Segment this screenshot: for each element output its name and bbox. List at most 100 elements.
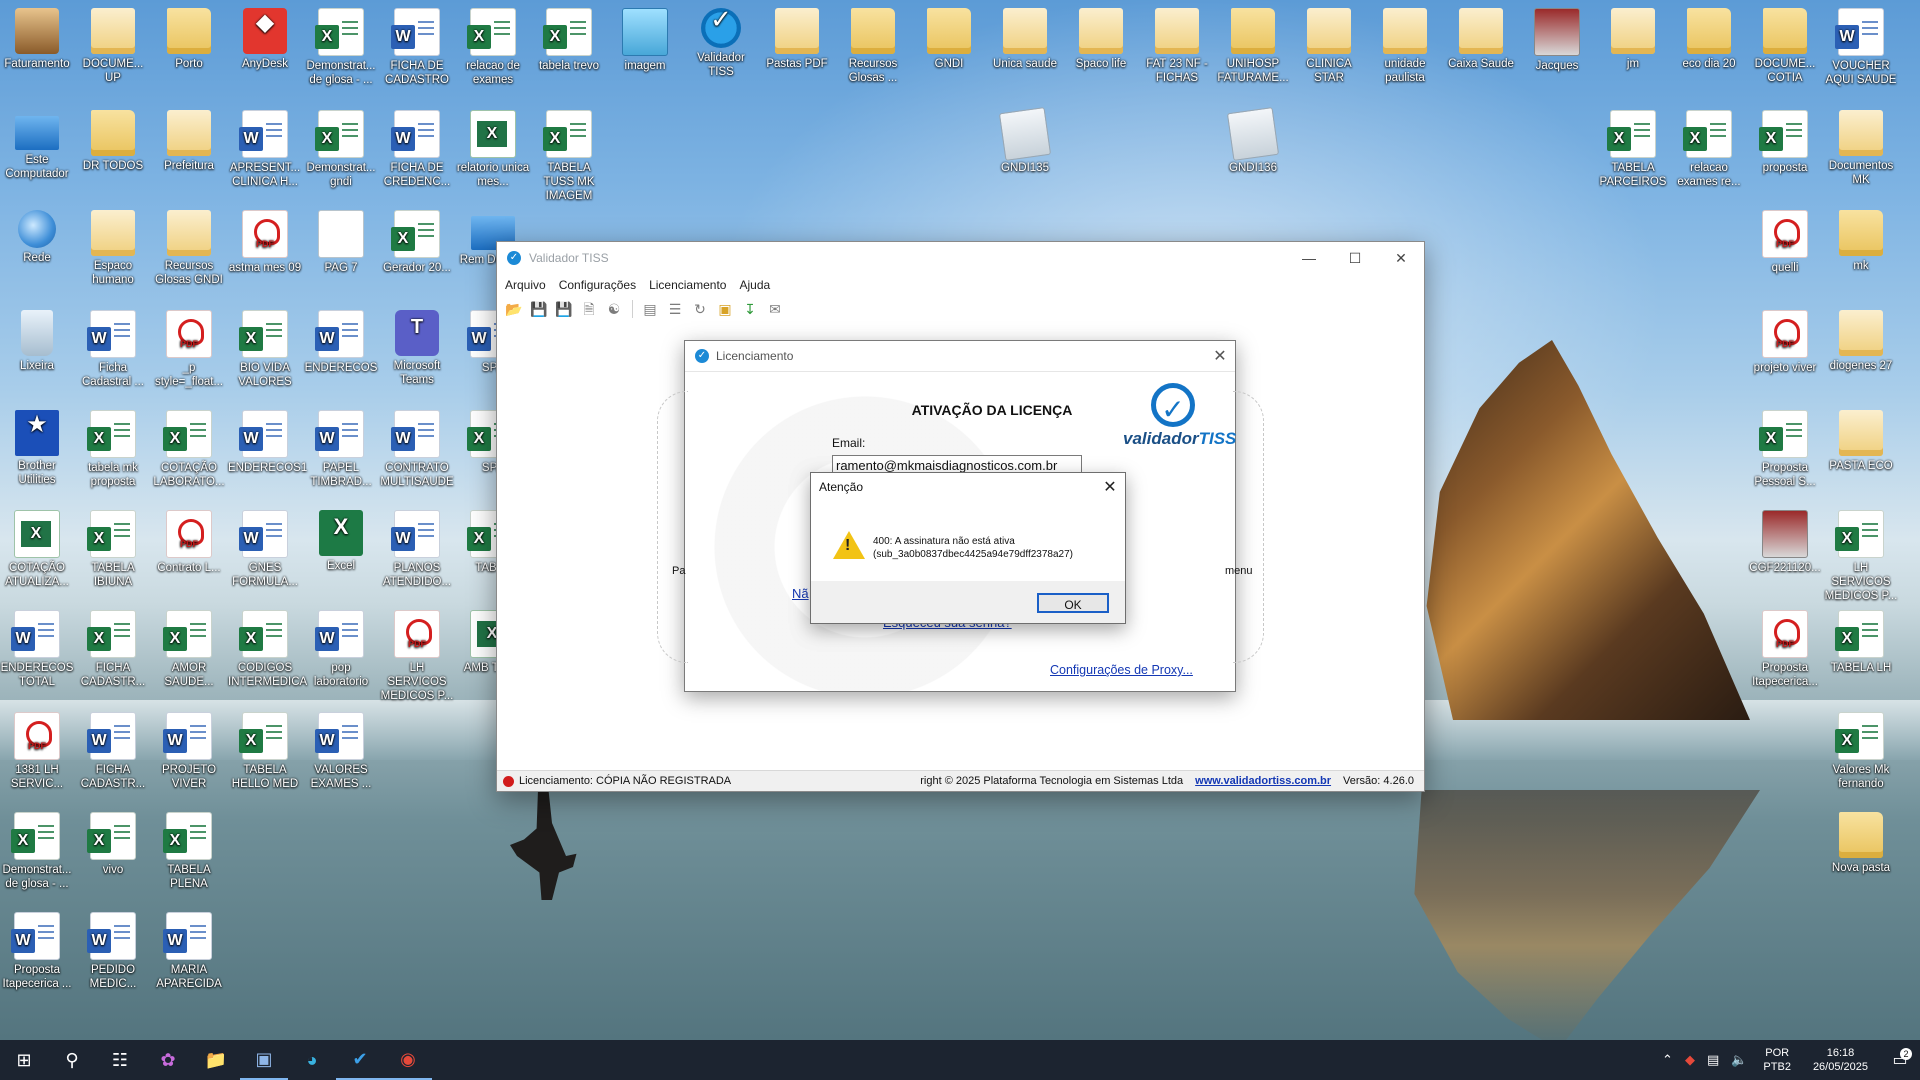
window-titlebar[interactable]: ✓ Validador TISS — ☐ ✕: [497, 242, 1424, 274]
desktop-icon[interactable]: Proposta Itapecerica...: [1748, 610, 1822, 689]
alert-titlebar[interactable]: Atenção ✕: [811, 473, 1125, 501]
desktop-icon[interactable]: tabela trevo: [532, 8, 606, 73]
desktop-icon[interactable]: Demonstrat... de glosa - ...: [0, 812, 74, 891]
anydesk-tray-icon[interactable]: ◆: [1685, 1052, 1695, 1068]
desktop-icon[interactable]: Brother Utilities: [0, 410, 74, 487]
desktop-icon[interactable]: GNDI: [912, 8, 986, 71]
desktop-icon[interactable]: 1381 LH SERVIC...: [0, 712, 74, 791]
desktop-icon[interactable]: imagem: [608, 8, 682, 73]
menu-configuracoes[interactable]: Configurações: [559, 278, 636, 292]
desktop-icon[interactable]: FICHA CADASTR...: [76, 610, 150, 689]
proxy-settings-link[interactable]: Configurações de Proxy...: [1050, 663, 1193, 677]
task-view-icon[interactable]: ☷: [96, 1040, 144, 1080]
desktop-icon[interactable]: ENDERECOS1: [228, 410, 307, 475]
desktop-icon[interactable]: Prefeitura: [152, 110, 226, 173]
desktop-icon[interactable]: COTAÇÃO LABORATO...: [152, 410, 226, 489]
clock[interactable]: 16:18 26/05/2025: [1813, 1046, 1868, 1074]
binoculars-icon[interactable]: ☯: [605, 300, 623, 318]
desktop-icon[interactable]: AMOR SAUDE...: [152, 610, 226, 689]
website-link[interactable]: www.validadortiss.com.br: [1195, 775, 1331, 787]
chrome-icon[interactable]: ◉: [384, 1040, 432, 1080]
desktop-icon[interactable]: TABELA PARCEIROS: [1596, 110, 1670, 189]
desktop-icon[interactable]: Gerador 20...: [380, 210, 454, 275]
desktop-icon[interactable]: Contrato L...: [152, 510, 226, 575]
desktop-icon[interactable]: relatorio unica mes...: [456, 110, 530, 189]
desktop-icon[interactable]: Microsoft Teams: [380, 310, 454, 387]
desktop-icon[interactable]: Demonstrat... de glosa - ...: [304, 8, 378, 87]
desktop-icon[interactable]: Demonstrat... gndi: [304, 110, 378, 189]
desktop-icon[interactable]: Espaco humano: [76, 210, 150, 287]
desktop-icon[interactable]: Faturamento: [0, 8, 74, 71]
desktop-icon[interactable]: Valores Mk fernando: [1824, 712, 1898, 791]
desktop-icon[interactable]: Porto: [152, 8, 226, 71]
menu-arquivo[interactable]: Arquivo: [505, 278, 546, 292]
desktop-icon[interactable]: DOCUME... UP: [76, 8, 150, 85]
input-language[interactable]: POR PTB2: [1763, 1046, 1791, 1074]
desktop-icon[interactable]: _p style=_float...: [152, 310, 226, 389]
menu-licenciamento[interactable]: Licenciamento: [649, 278, 726, 292]
desktop-icon[interactable]: FAT 23 NF - FICHAS: [1140, 8, 1214, 85]
desktop-icon[interactable]: Rede: [0, 210, 74, 265]
desktop-icon[interactable]: jm: [1596, 8, 1670, 71]
close-icon[interactable]: ✕: [1205, 346, 1235, 366]
desktop-icon[interactable]: DOCUME... COTIA: [1748, 8, 1822, 85]
desktop-icon[interactable]: Nova pasta: [1824, 812, 1898, 875]
desktop-icon[interactable]: PASTA ECO: [1824, 410, 1898, 473]
desktop-icon[interactable]: DR TODOS: [76, 110, 150, 173]
minimize-icon[interactable]: —: [1286, 242, 1332, 274]
desktop-icon[interactable]: PAG 7: [304, 210, 378, 275]
desktop-icon[interactable]: vivo: [76, 812, 150, 877]
desktop-icon[interactable]: CODIGOS INTERMEDICA: [228, 610, 307, 689]
file-explorer-icon[interactable]: 📁: [192, 1040, 240, 1080]
desktop-icon[interactable]: astma mes 09: [228, 210, 302, 275]
desktop-icon[interactable]: Caixa Saude: [1444, 8, 1518, 71]
desktop-icon[interactable]: Recursos Glosas ...: [836, 8, 910, 85]
desktop-icon[interactable]: Lixeira: [0, 310, 74, 373]
download-icon[interactable]: ↧: [741, 300, 759, 318]
network-icon[interactable]: ▤: [1707, 1052, 1719, 1068]
desktop-icon[interactable]: PLANOS ATENDIDO...: [380, 510, 454, 589]
desktop-icon[interactable]: GNDI136: [1216, 107, 1290, 175]
desktop-icon[interactable]: Pastas PDF: [760, 8, 834, 71]
desktop-icon[interactable]: BIO VIDA VALORES: [228, 310, 302, 389]
desktop-icon[interactable]: mk: [1824, 210, 1898, 273]
open-icon[interactable]: 📂: [505, 300, 523, 318]
desktop-icon[interactable]: TABELA PLENA: [152, 812, 226, 891]
desktop-icon[interactable]: quelli: [1748, 210, 1822, 275]
menu-ajuda[interactable]: Ajuda: [739, 278, 770, 292]
desktop-icon[interactable]: CGF221120...: [1748, 510, 1822, 575]
close-icon[interactable]: ✕: [1095, 477, 1125, 497]
desktop-icon[interactable]: TABELA TUSS MK IMAGEM: [532, 110, 606, 203]
desktop-icon[interactable]: VOUCHER AQUI SAUDE: [1824, 8, 1898, 87]
ok-button[interactable]: OK: [1037, 593, 1109, 613]
desktop-icon[interactable]: unidade paulista: [1368, 8, 1442, 85]
print-preview-icon[interactable]: 🗎: [580, 300, 598, 318]
volume-icon[interactable]: 🔈: [1731, 1052, 1747, 1068]
mail-icon[interactable]: ✉: [766, 300, 784, 318]
package-icon[interactable]: ▣: [716, 300, 734, 318]
desktop-icon[interactable]: LH SERVICOS MEDICOS P...: [380, 610, 454, 703]
desktop-icon[interactable]: Excel: [304, 510, 378, 573]
maximize-icon[interactable]: ☐: [1332, 242, 1378, 274]
desktop-icon[interactable]: Spaco life: [1064, 8, 1138, 71]
desktop-icon[interactable]: Unica saude: [988, 8, 1062, 71]
partial-link[interactable]: Nã: [792, 586, 809, 601]
windows-start-icon[interactable]: ⊞: [0, 1040, 48, 1080]
desktop-icon[interactable]: Documentos MK: [1824, 110, 1898, 187]
save-icon[interactable]: 💾: [530, 300, 548, 318]
desktop-icon[interactable]: FICHA DE CADASTRO: [380, 8, 454, 87]
desktop-icon[interactable]: Proposta Pessoal S...: [1748, 410, 1822, 489]
desktop-icon[interactable]: FICHA DE CREDENC...: [380, 110, 454, 189]
desktop-icon[interactable]: COTAÇÃO ATUALIZA...: [0, 510, 74, 589]
desktop-icon[interactable]: CLINICA STAR: [1292, 8, 1366, 85]
desktop-icon[interactable]: Proposta Itapecerica ...: [0, 912, 74, 991]
desktop-icon[interactable]: MARIA APARECIDA: [152, 912, 226, 991]
edge-icon[interactable]: ◕: [288, 1040, 336, 1080]
desktop-app-icon[interactable]: ▣: [240, 1040, 288, 1080]
license-dialog-titlebar[interactable]: ✓ Licenciamento ✕: [685, 341, 1235, 372]
desktop-icon[interactable]: CONTRATO MULTISAUDE: [380, 410, 454, 489]
copilot-icon[interactable]: ✿: [144, 1040, 192, 1080]
desktop-icon[interactable]: Ficha Cadastral ...: [76, 310, 150, 389]
desktop-icon[interactable]: TABELA HELLO MED: [228, 712, 302, 791]
search-icon[interactable]: ⚲: [48, 1040, 96, 1080]
